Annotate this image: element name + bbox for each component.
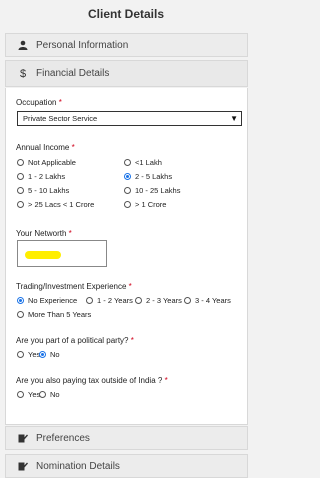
page-title: Client Details	[0, 0, 252, 30]
annual-income-label: Annual Income *	[16, 143, 75, 152]
income-radio-1-2-lakhs[interactable]: 1 - 2 Lakhs	[17, 172, 65, 181]
experience-radio-2-3-years[interactable]: 2 - 3 Years	[135, 296, 182, 305]
income-radio-not-applicable[interactable]: Not Applicable	[17, 158, 76, 167]
triangle-down-icon: ▼	[230, 114, 238, 123]
tax-outside-india-label: Are you also paying tax outside of India…	[16, 376, 168, 385]
radio-circle	[17, 311, 24, 318]
radio-circle	[17, 351, 24, 358]
networth-label: Your Networth *	[16, 229, 72, 238]
networth-input[interactable]	[17, 240, 107, 267]
radio-circle	[17, 201, 24, 208]
financial-details-form: Occupation * Private Sector Service ▼ An…	[5, 88, 248, 425]
radio-circle	[124, 187, 131, 194]
income-radio-2-5-lakhs[interactable]: 2 - 5 Lakhs	[124, 172, 172, 181]
radio-circle	[135, 297, 142, 304]
experience-radio-none[interactable]: No Experience	[17, 296, 77, 305]
experience-label: Trading/Investment Experience *	[16, 282, 132, 291]
edit-icon	[16, 461, 30, 471]
occupation-select[interactable]: Private Sector Service ▼	[17, 111, 242, 126]
section-personal-information[interactable]: Personal Information	[5, 33, 248, 57]
political-radio-no[interactable]: No	[39, 350, 60, 359]
radio-circle	[39, 391, 46, 398]
radio-circle	[17, 159, 24, 166]
experience-radio-more-than-5-years[interactable]: More Than 5 Years	[17, 310, 91, 319]
radio-circle-selected	[124, 173, 131, 180]
section-label: Nomination Details	[36, 460, 120, 472]
radio-circle	[17, 391, 24, 398]
section-label: Preferences	[36, 432, 90, 444]
edit-icon	[16, 433, 30, 443]
radio-circle	[184, 297, 191, 304]
section-financial-details[interactable]: $ Financial Details	[5, 60, 248, 87]
radio-circle	[124, 201, 131, 208]
section-label: Financial Details	[36, 68, 110, 79]
dollar-icon: $	[19, 67, 27, 80]
tax-radio-yes[interactable]: Yes	[17, 390, 40, 399]
experience-radio-1-2-years[interactable]: 1 - 2 Years	[86, 296, 133, 305]
radio-circle-selected	[39, 351, 46, 358]
redacted-value	[25, 251, 61, 259]
income-radio-25-lacs-1-crore[interactable]: > 25 Lacs < 1 Crore	[17, 200, 94, 209]
political-radio-yes[interactable]: Yes	[17, 350, 40, 359]
section-label: Personal Information	[36, 39, 129, 51]
income-radio-5-10-lakhs[interactable]: 5 - 10 Lakhs	[17, 186, 69, 195]
radio-circle-selected	[17, 297, 24, 304]
political-party-label: Are you part of a political party? *	[16, 336, 134, 345]
income-radio-gt-1-crore[interactable]: > 1 Crore	[124, 200, 166, 209]
occupation-label: Occupation *	[16, 98, 62, 107]
experience-radio-3-4-years[interactable]: 3 - 4 Years	[184, 296, 231, 305]
radio-circle	[17, 173, 24, 180]
income-radio-10-25-lakhs[interactable]: 10 - 25 Lakhs	[124, 186, 180, 195]
radio-circle	[124, 159, 131, 166]
radio-circle	[86, 297, 93, 304]
tax-radio-no[interactable]: No	[39, 390, 60, 399]
section-preferences[interactable]: Preferences	[5, 426, 248, 450]
section-nomination-details[interactable]: Nomination Details	[5, 454, 248, 478]
user-icon	[16, 40, 30, 50]
income-radio-lt-1-lakh[interactable]: <1 Lakh	[124, 158, 162, 167]
radio-circle	[17, 187, 24, 194]
